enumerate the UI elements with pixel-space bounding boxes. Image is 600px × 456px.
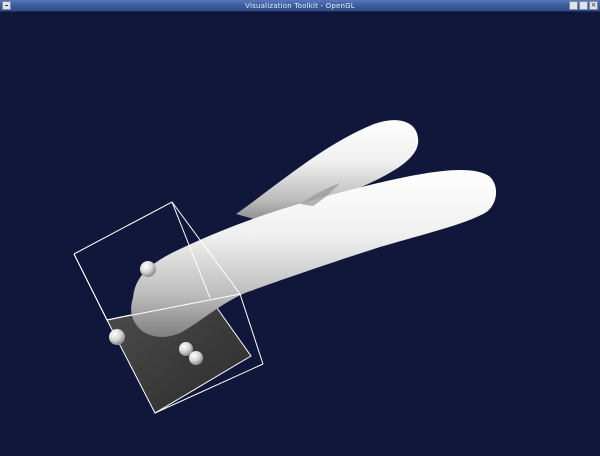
window-title: Visualization Toolkit - OpenGL xyxy=(245,2,355,10)
render-viewport[interactable] xyxy=(0,12,600,456)
widget-handle-center-2[interactable] xyxy=(189,351,203,365)
minimize-button[interactable] xyxy=(569,1,578,10)
close-button[interactable]: × xyxy=(589,1,598,10)
widget-handle-left[interactable] xyxy=(109,329,125,345)
title-bar[interactable]: Visualization Toolkit - OpenGL × xyxy=(0,0,600,12)
application-window: Visualization Toolkit - OpenGL × xyxy=(0,0,600,456)
3d-scene[interactable] xyxy=(0,12,600,456)
widget-handle-top[interactable] xyxy=(140,261,156,277)
maximize-button[interactable] xyxy=(579,1,588,10)
